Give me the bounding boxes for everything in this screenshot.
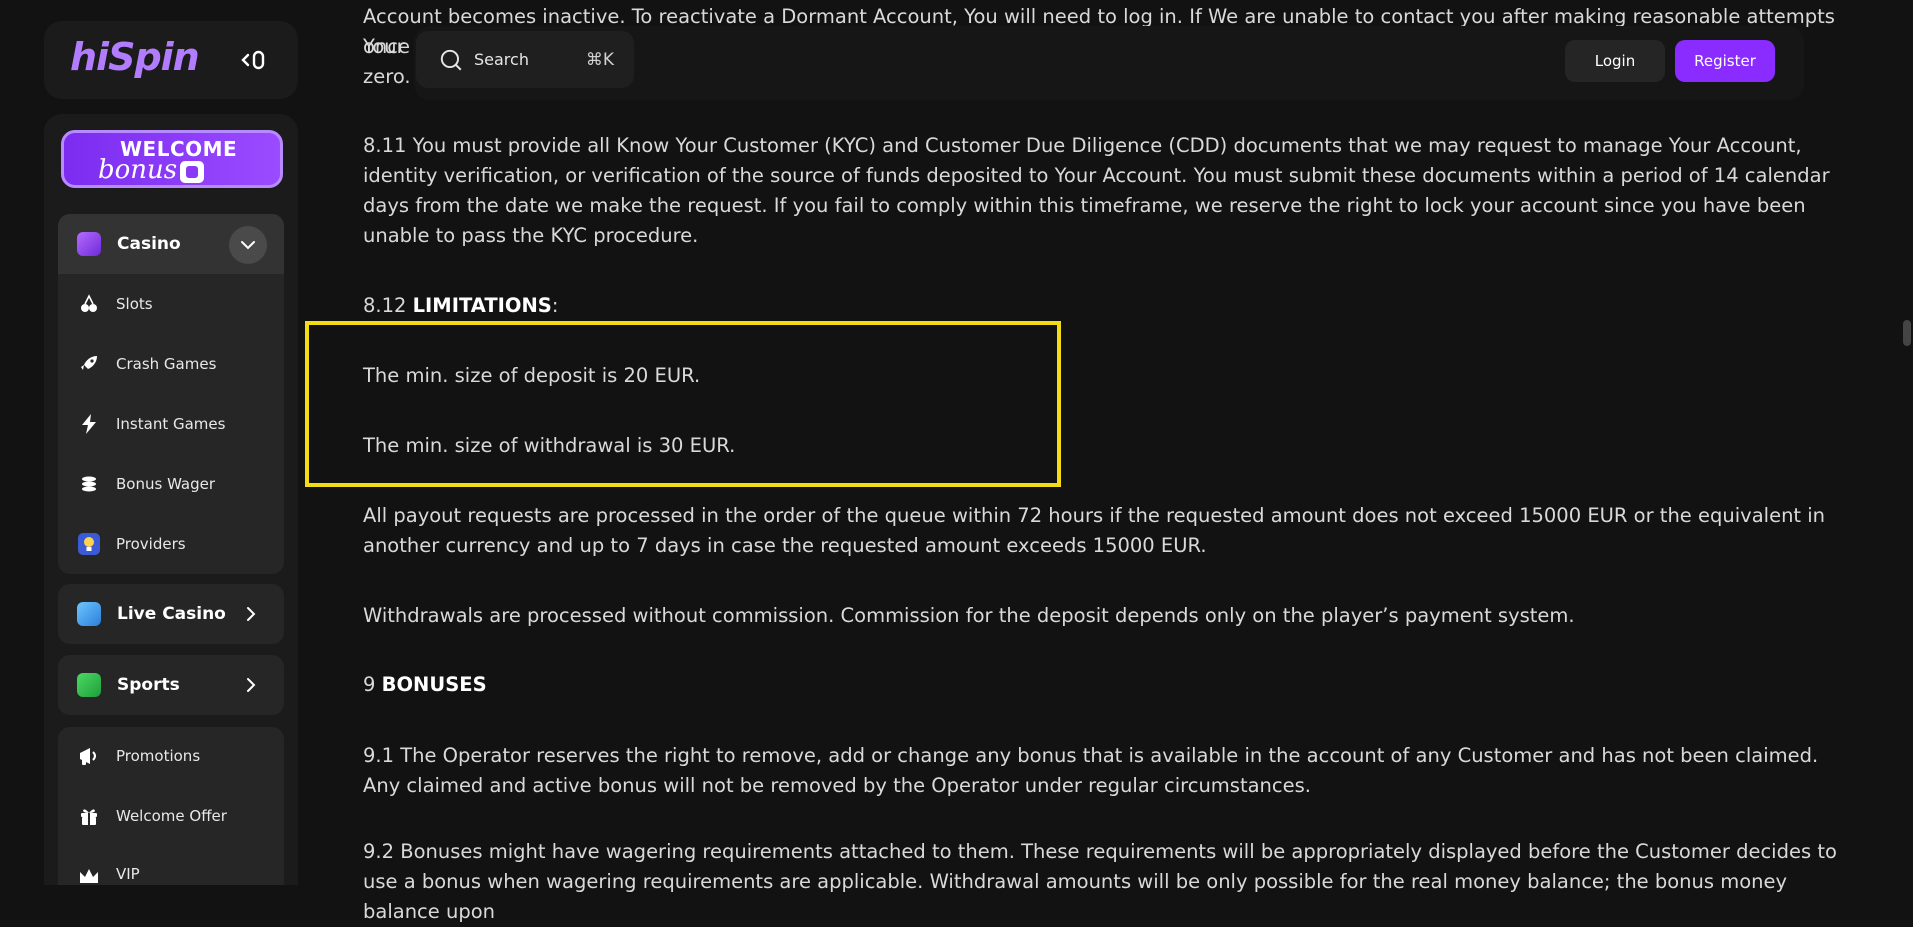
paragraph-withdrawals: Withdrawals are processed without commis… (363, 604, 1575, 627)
gift-icon (78, 805, 100, 827)
casino-group: Casino (58, 214, 284, 574)
crown-icon (78, 865, 100, 885)
sidebar-item-providers[interactable]: Providers (58, 522, 284, 566)
chevron-right-icon (247, 678, 256, 692)
paragraph-payout: All payout requests are processed in the… (363, 504, 1826, 557)
sidebar-item-casino[interactable]: Casino (58, 214, 284, 274)
live-casino-icon (77, 602, 101, 626)
sidebar-item-instant-games[interactable]: Instant Games (58, 402, 284, 446)
bonus-wager-label: Bonus Wager (116, 475, 216, 493)
sidebar-item-welcome-offer[interactable]: Welcome Offer (58, 794, 284, 838)
search-button[interactable]: Search ⌘K (416, 31, 634, 88)
soccer-ball-icon (77, 673, 101, 697)
coins-icon (78, 473, 100, 495)
live-casino-head: Live Casino (58, 584, 284, 644)
paragraph-9-1: 9.1 The Operator reserves the right to r… (363, 744, 1819, 797)
logo[interactable]: hiSpin (70, 35, 200, 79)
login-button[interactable]: Login (1565, 40, 1665, 82)
heading-9-bonuses: 9 BONUSES (363, 673, 487, 696)
sidebar-item-promotions[interactable]: Promotions (58, 734, 284, 778)
sports-label: Sports (117, 675, 180, 695)
cherries-icon (78, 293, 100, 315)
sidebar-item-slots[interactable]: Slots (58, 282, 284, 326)
collapse-sidebar-icon[interactable] (240, 47, 268, 73)
lightbulb-icon (78, 533, 100, 555)
scrollbar-thumb[interactable] (1903, 320, 1911, 346)
sidebar-item-vip[interactable]: VIP (58, 854, 284, 885)
chevron-right-icon (247, 607, 256, 621)
welcome-bonus-banner[interactable]: WELCOME bonus (61, 130, 283, 188)
lightning-icon (78, 413, 100, 435)
vip-label: VIP (116, 865, 140, 883)
casino-label: Casino (117, 234, 181, 254)
crash-games-label: Crash Games (116, 355, 217, 373)
paragraph-9-2: 9.2 Bonuses might have wagering requirem… (363, 840, 1837, 923)
gift-icon (180, 161, 204, 183)
paragraph-8-11: 8.11 You must provide all Know Your Cust… (363, 134, 1830, 247)
sidebar-item-bonus-wager[interactable]: Bonus Wager (58, 462, 284, 506)
live-casino-label: Live Casino (117, 604, 226, 624)
chevron-down-icon[interactable] (229, 226, 267, 264)
instant-games-label: Instant Games (116, 415, 226, 433)
promotions-label: Promotions (116, 747, 201, 765)
sidebar-item-live-casino[interactable]: Live Casino (58, 584, 284, 644)
search-icon (440, 49, 462, 70)
seven-icon (77, 232, 101, 256)
slots-label: Slots (116, 295, 153, 313)
sidebar-item-sports[interactable]: Sports (58, 655, 284, 715)
welcome-offer-label: Welcome Offer (116, 807, 227, 825)
search-shortcut: ⌘K (585, 49, 614, 70)
megaphone-icon (78, 745, 100, 767)
rocket-icon (78, 353, 100, 375)
search-label: Search (474, 50, 529, 69)
sidebar-item-crash-games[interactable]: Crash Games (58, 342, 284, 386)
sports-head: Sports (58, 655, 284, 715)
heading-8-12: 8.12 LIMITATIONS: (363, 294, 559, 317)
register-button[interactable]: Register (1675, 40, 1775, 82)
highlight-annotation-box (305, 321, 1061, 487)
providers-label: Providers (116, 535, 186, 553)
welcome-subtitle: bonus (98, 155, 178, 185)
